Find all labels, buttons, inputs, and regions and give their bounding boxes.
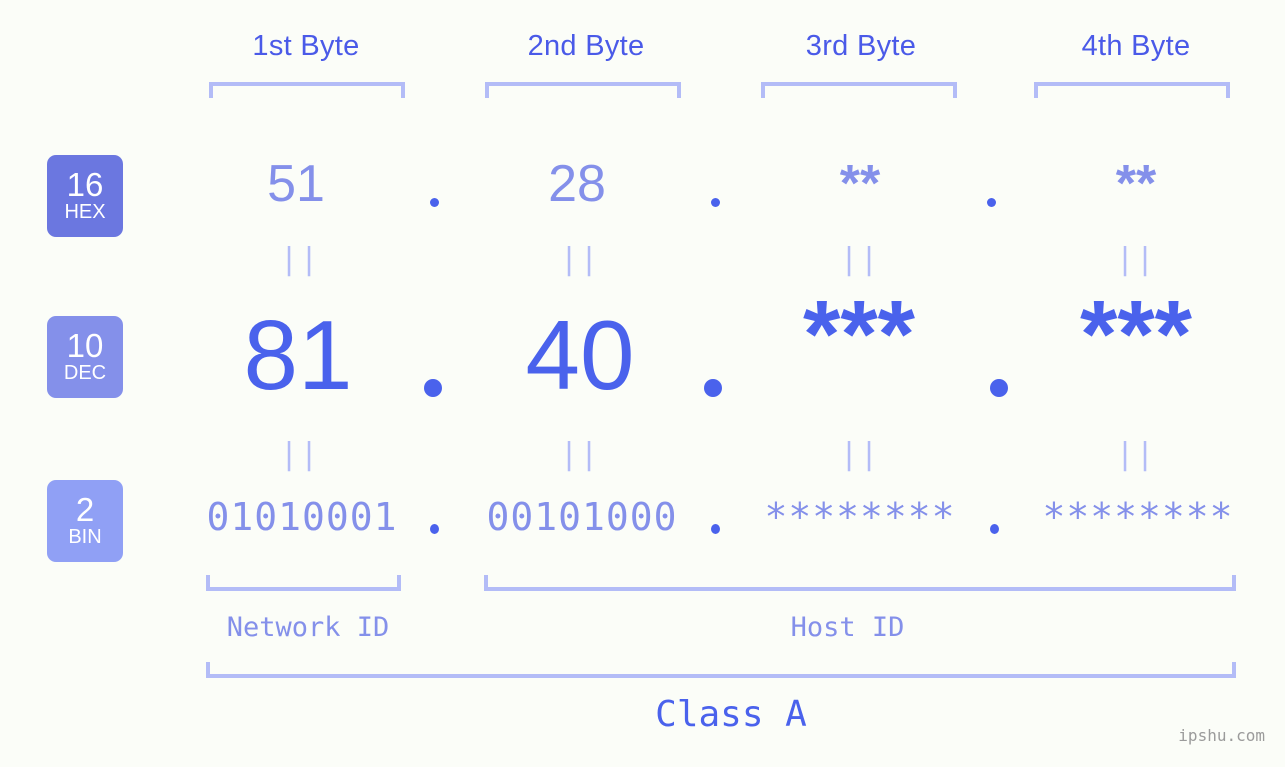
hex-byte-3: ** xyxy=(839,155,881,213)
dec-byte-3: *** xyxy=(802,281,916,388)
host-id-bracket xyxy=(484,575,1236,591)
bin-byte-2: 00101000 xyxy=(486,495,678,539)
equals-mark-hex-dec-4: || xyxy=(1115,242,1157,277)
equals-mark-dec-bin-1: || xyxy=(279,437,321,472)
byte-bracket-top-3 xyxy=(761,82,957,98)
byte-bracket-top-4 xyxy=(1034,82,1230,98)
dec-byte-4: *** xyxy=(1079,281,1193,388)
equals-mark-hex-dec-3: || xyxy=(839,242,881,277)
network-id-label: Network ID xyxy=(226,612,390,643)
bin-byte-3: ******** xyxy=(764,495,956,539)
equals-mark-hex-dec-1: || xyxy=(279,242,321,277)
hex-separator-dot-1 xyxy=(430,198,439,207)
byte-header-4: 4th Byte xyxy=(1081,30,1191,62)
hex-separator-dot-3 xyxy=(987,198,996,207)
class-bracket xyxy=(206,662,1236,678)
byte-header-2: 2nd Byte xyxy=(527,30,645,62)
class-label: Class A xyxy=(655,694,807,735)
equals-mark-dec-bin-4: || xyxy=(1115,437,1157,472)
base-badge-bin-name: BIN xyxy=(68,526,102,548)
dec-separator-dot-3 xyxy=(990,379,1008,397)
dec-byte-1: 81 xyxy=(243,300,353,410)
equals-mark-hex-dec-2: || xyxy=(559,242,601,277)
base-badge-hex-name: HEX xyxy=(64,201,106,223)
base-badge-dec: 10 DEC xyxy=(47,316,123,398)
dec-separator-dot-1 xyxy=(424,379,442,397)
dec-byte-2: 40 xyxy=(525,300,635,410)
base-badge-bin: 2 BIN xyxy=(47,480,123,562)
byte-bracket-top-2 xyxy=(485,82,681,98)
network-id-bracket xyxy=(206,575,401,591)
bin-byte-1: 01010001 xyxy=(206,495,398,539)
bin-byte-4: ******** xyxy=(1042,495,1234,539)
base-badge-hex-number: 16 xyxy=(66,166,104,203)
watermark: ipshu.com xyxy=(1178,726,1265,745)
host-id-label: Host ID xyxy=(790,612,905,643)
dec-separator-dot-2 xyxy=(704,379,722,397)
bin-separator-dot-2 xyxy=(711,524,720,534)
bin-separator-dot-1 xyxy=(430,524,439,534)
base-badge-dec-name: DEC xyxy=(63,362,107,384)
base-badge-hex: 16 HEX xyxy=(47,155,123,237)
hex-byte-2: 28 xyxy=(548,155,606,213)
equals-mark-dec-bin-2: || xyxy=(559,437,601,472)
ip-byte-breakdown-diagram: 1st Byte 2nd Byte 3rd Byte 4th Byte 16 H… xyxy=(0,0,1285,767)
hex-separator-dot-2 xyxy=(711,198,720,207)
base-badge-bin-number: 2 xyxy=(75,491,95,528)
byte-header-3: 3rd Byte xyxy=(805,30,917,62)
equals-mark-dec-bin-3: || xyxy=(839,437,881,472)
byte-bracket-top-1 xyxy=(209,82,405,98)
hex-byte-4: ** xyxy=(1115,155,1157,213)
hex-byte-1: 51 xyxy=(267,155,325,213)
bin-separator-dot-3 xyxy=(990,524,999,534)
byte-header-1: 1st Byte xyxy=(252,30,360,62)
base-badge-dec-number: 10 xyxy=(66,327,104,364)
